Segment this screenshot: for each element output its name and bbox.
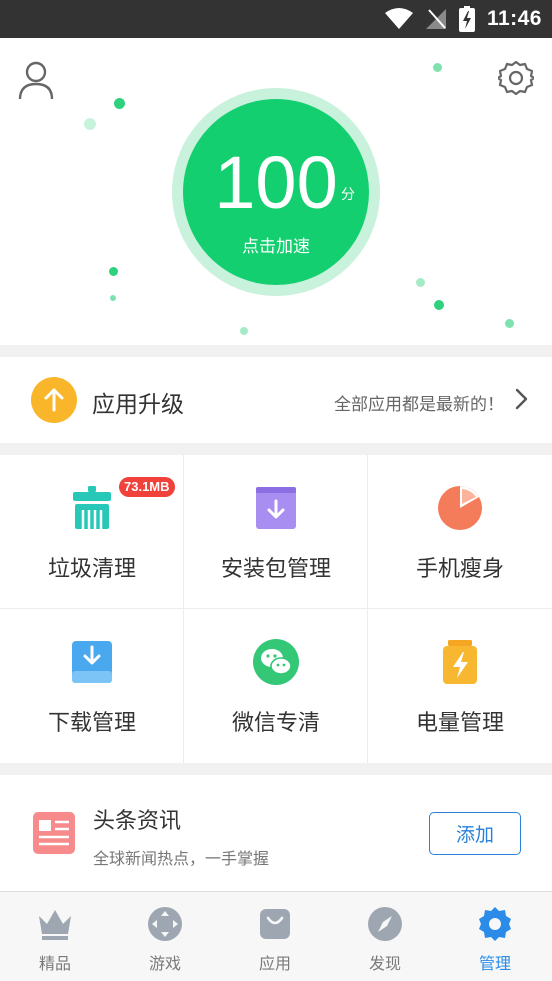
decor-dot xyxy=(240,327,248,335)
tool-label: 手机瘦身 xyxy=(415,557,504,582)
nav-manage[interactable]: 管理 xyxy=(440,892,550,981)
tool-label: 垃圾清理 xyxy=(47,557,136,582)
tool-label: 电量管理 xyxy=(415,711,504,736)
decor-dot xyxy=(109,267,118,276)
upgrade-status: 全部应用都是最新的！ xyxy=(334,395,504,415)
tool-download-manager[interactable]: 下载管理 xyxy=(0,609,184,763)
battery-charging-icon xyxy=(458,6,475,32)
nav-label: 精品 xyxy=(38,954,71,973)
tool-wechat-clean[interactable]: 微信专清 xyxy=(184,609,368,763)
chevron-right-icon xyxy=(515,388,528,410)
user-avatar-icon[interactable] xyxy=(18,60,54,100)
nav-label: 应用 xyxy=(258,954,291,973)
shopping-bag-icon xyxy=(260,909,290,939)
decor-dot xyxy=(114,98,125,109)
news-icon xyxy=(33,812,75,854)
tool-junk-clean[interactable]: 73.1MB 垃圾清理 xyxy=(0,455,184,609)
decor-dot xyxy=(433,63,442,72)
wechat-icon xyxy=(253,639,299,685)
score-value: 100 xyxy=(214,141,338,224)
tool-label: 微信专清 xyxy=(231,711,320,736)
upgrade-arrow-icon xyxy=(31,377,77,423)
decor-dot xyxy=(416,278,425,287)
speed-up-button[interactable]: 100 分 点击加速 xyxy=(183,99,369,285)
nav-label: 发现 xyxy=(368,954,401,973)
upgrade-title: 应用升级 xyxy=(92,392,184,418)
nav-featured[interactable]: 精品 xyxy=(0,892,110,981)
decor-dot xyxy=(505,319,514,328)
status-bar: 11:46 xyxy=(0,0,552,38)
pie-chart-icon xyxy=(438,486,482,530)
news-title: 头条资讯 xyxy=(93,809,182,834)
nav-apps[interactable]: 应用 xyxy=(220,892,330,981)
news-description: 全球新闻热点，一手掌握 xyxy=(93,849,270,868)
app-upgrade-row[interactable]: 应用升级 全部应用都是最新的！ xyxy=(0,357,552,443)
battery-bolt-icon xyxy=(443,640,477,684)
tool-label: 安装包管理 xyxy=(220,557,331,582)
add-news-button[interactable]: 添加 xyxy=(429,812,521,855)
nav-games[interactable]: 游戏 xyxy=(110,892,220,981)
no-signal-icon xyxy=(425,9,446,29)
wifi-icon xyxy=(384,8,413,29)
gear-icon xyxy=(479,907,511,941)
speed-up-label: 点击加速 xyxy=(242,237,310,257)
news-card: 头条资讯 全球新闻热点，一手掌握 添加 xyxy=(0,775,552,891)
settings-gear-icon[interactable] xyxy=(498,60,534,96)
nav-label: 游戏 xyxy=(148,954,181,973)
junk-size-badge: 73.1MB xyxy=(119,477,175,497)
decor-dot xyxy=(110,295,116,301)
decor-dot xyxy=(434,300,444,310)
trash-clean-icon xyxy=(73,486,111,529)
decor-dot xyxy=(84,118,96,130)
tool-package-manager[interactable]: 安装包管理 xyxy=(184,455,368,609)
package-download-icon xyxy=(256,487,296,529)
tool-phone-slim[interactable]: 手机瘦身 xyxy=(368,455,552,609)
score-unit: 分 xyxy=(341,187,355,203)
tool-label: 下载管理 xyxy=(47,711,136,736)
crown-icon xyxy=(39,910,71,940)
nav-label: 管理 xyxy=(478,954,511,973)
clock: 11:46 xyxy=(486,7,542,30)
download-box-icon xyxy=(72,641,112,683)
bottom-nav: 精品 游戏 应用 发现 管理 xyxy=(0,891,552,981)
compass-icon xyxy=(368,907,402,941)
tools-grid: 73.1MB 垃圾清理 安装包管理 手机瘦身 下载管理 微信专清 电量管理 xyxy=(0,455,552,763)
gamepad-icon xyxy=(148,907,182,941)
speed-hero: 100 分 点击加速 xyxy=(0,38,552,345)
tool-battery-manager[interactable]: 电量管理 xyxy=(368,609,552,763)
nav-discover[interactable]: 发现 xyxy=(330,892,440,981)
